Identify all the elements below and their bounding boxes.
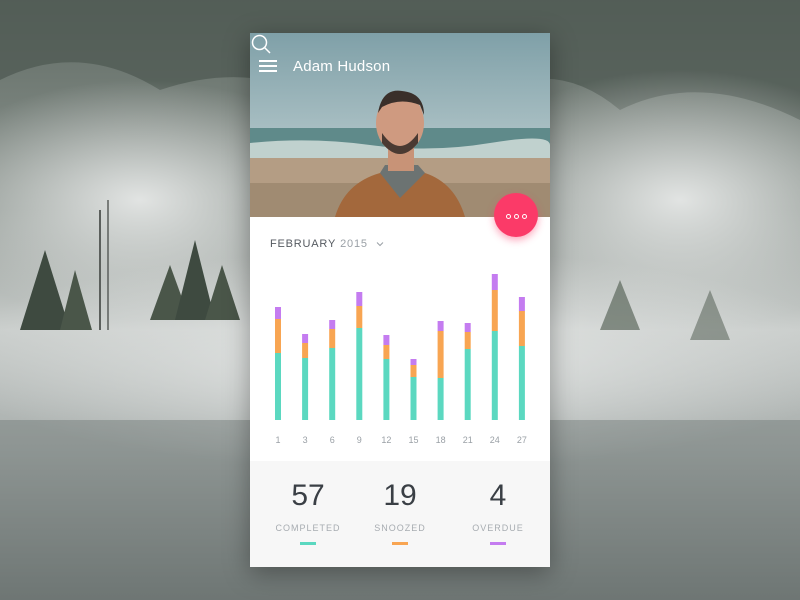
x-tick-label: 27 [517, 435, 527, 445]
x-tick-label: 6 [330, 435, 335, 445]
task-stats: 57 COMPLETED 19 SNOOZED 4 OVERDUE [250, 461, 550, 567]
overdue-label: OVERDUE [472, 523, 524, 533]
bar-overdue-18 [437, 321, 444, 331]
bar-completed-21 [464, 349, 471, 420]
bar-snoozed-15 [410, 365, 417, 377]
bar-snoozed-21 [464, 332, 471, 349]
completed-count: 57 [291, 479, 325, 512]
completed-label: COMPLETED [275, 523, 341, 533]
bar-completed-12 [383, 359, 390, 420]
bar-snoozed-12 [383, 345, 390, 359]
bar-snoozed-3 [302, 343, 309, 358]
month-selector[interactable]: FEBRUARY 2015 [270, 238, 384, 250]
bar-overdue-15 [410, 359, 417, 365]
chevron-down-icon [376, 242, 384, 247]
bar-completed-15 [410, 377, 417, 420]
overdue-count: 4 [489, 479, 507, 512]
bar-completed-18 [437, 378, 444, 420]
bar-snoozed-18 [437, 331, 444, 378]
x-tick-label: 21 [463, 435, 473, 445]
bar-completed-9 [356, 328, 363, 420]
more-options-button[interactable] [494, 193, 538, 237]
x-tick-label: 9 [357, 435, 362, 445]
bar-snoozed-27 [518, 311, 525, 346]
bar-snoozed-24 [491, 290, 498, 331]
x-tick-label: 24 [490, 435, 500, 445]
bar-overdue-3 [302, 334, 309, 343]
x-tick-label: 1 [275, 435, 280, 445]
profile-card: Adam Hudson FEBRUARY 2015 1 3 6 9 12 15 18 21 24… [250, 33, 550, 567]
year-label: 2015 [340, 238, 368, 250]
search-icon[interactable] [250, 33, 272, 55]
hamburger-menu-icon[interactable] [259, 58, 277, 74]
stat-snoozed: 19 SNOOZED [350, 479, 450, 545]
completed-color-indicator [300, 542, 316, 545]
more-options-icon [504, 206, 528, 224]
bar-snoozed-6 [329, 329, 336, 348]
bar-overdue-21 [464, 323, 471, 332]
bar-overdue-6 [329, 320, 336, 329]
bar-overdue-12 [383, 335, 390, 345]
stat-overdue: 4 OVERDUE [448, 479, 548, 545]
profile-header: Adam Hudson [250, 33, 550, 217]
snoozed-count: 19 [383, 479, 417, 512]
bar-completed-27 [518, 346, 525, 420]
tasks-bar-chart: 1 3 6 9 12 15 18 21 24 27 [275, 274, 527, 445]
bar-overdue-24 [491, 274, 498, 290]
bar-overdue-1 [275, 307, 281, 319]
x-tick-label: 3 [303, 435, 308, 445]
x-tick-label: 18 [436, 435, 446, 445]
bar-completed-6 [329, 348, 336, 420]
snoozed-color-indicator [392, 542, 408, 545]
user-name: Adam Hudson [293, 58, 391, 75]
bar-overdue-9 [356, 292, 363, 306]
bar-overdue-27 [518, 297, 525, 311]
bar-completed-24 [491, 331, 498, 420]
bar-completed-1 [275, 353, 281, 420]
bar-completed-3 [302, 358, 309, 420]
stat-completed: 57 COMPLETED [258, 479, 358, 545]
x-tick-label: 12 [381, 435, 391, 445]
month-label: FEBRUARY [270, 238, 337, 250]
snoozed-label: SNOOZED [374, 523, 426, 533]
x-tick-label: 15 [408, 435, 418, 445]
overdue-color-indicator [490, 542, 506, 545]
bar-snoozed-9 [356, 306, 363, 328]
bar-snoozed-1 [275, 319, 281, 353]
